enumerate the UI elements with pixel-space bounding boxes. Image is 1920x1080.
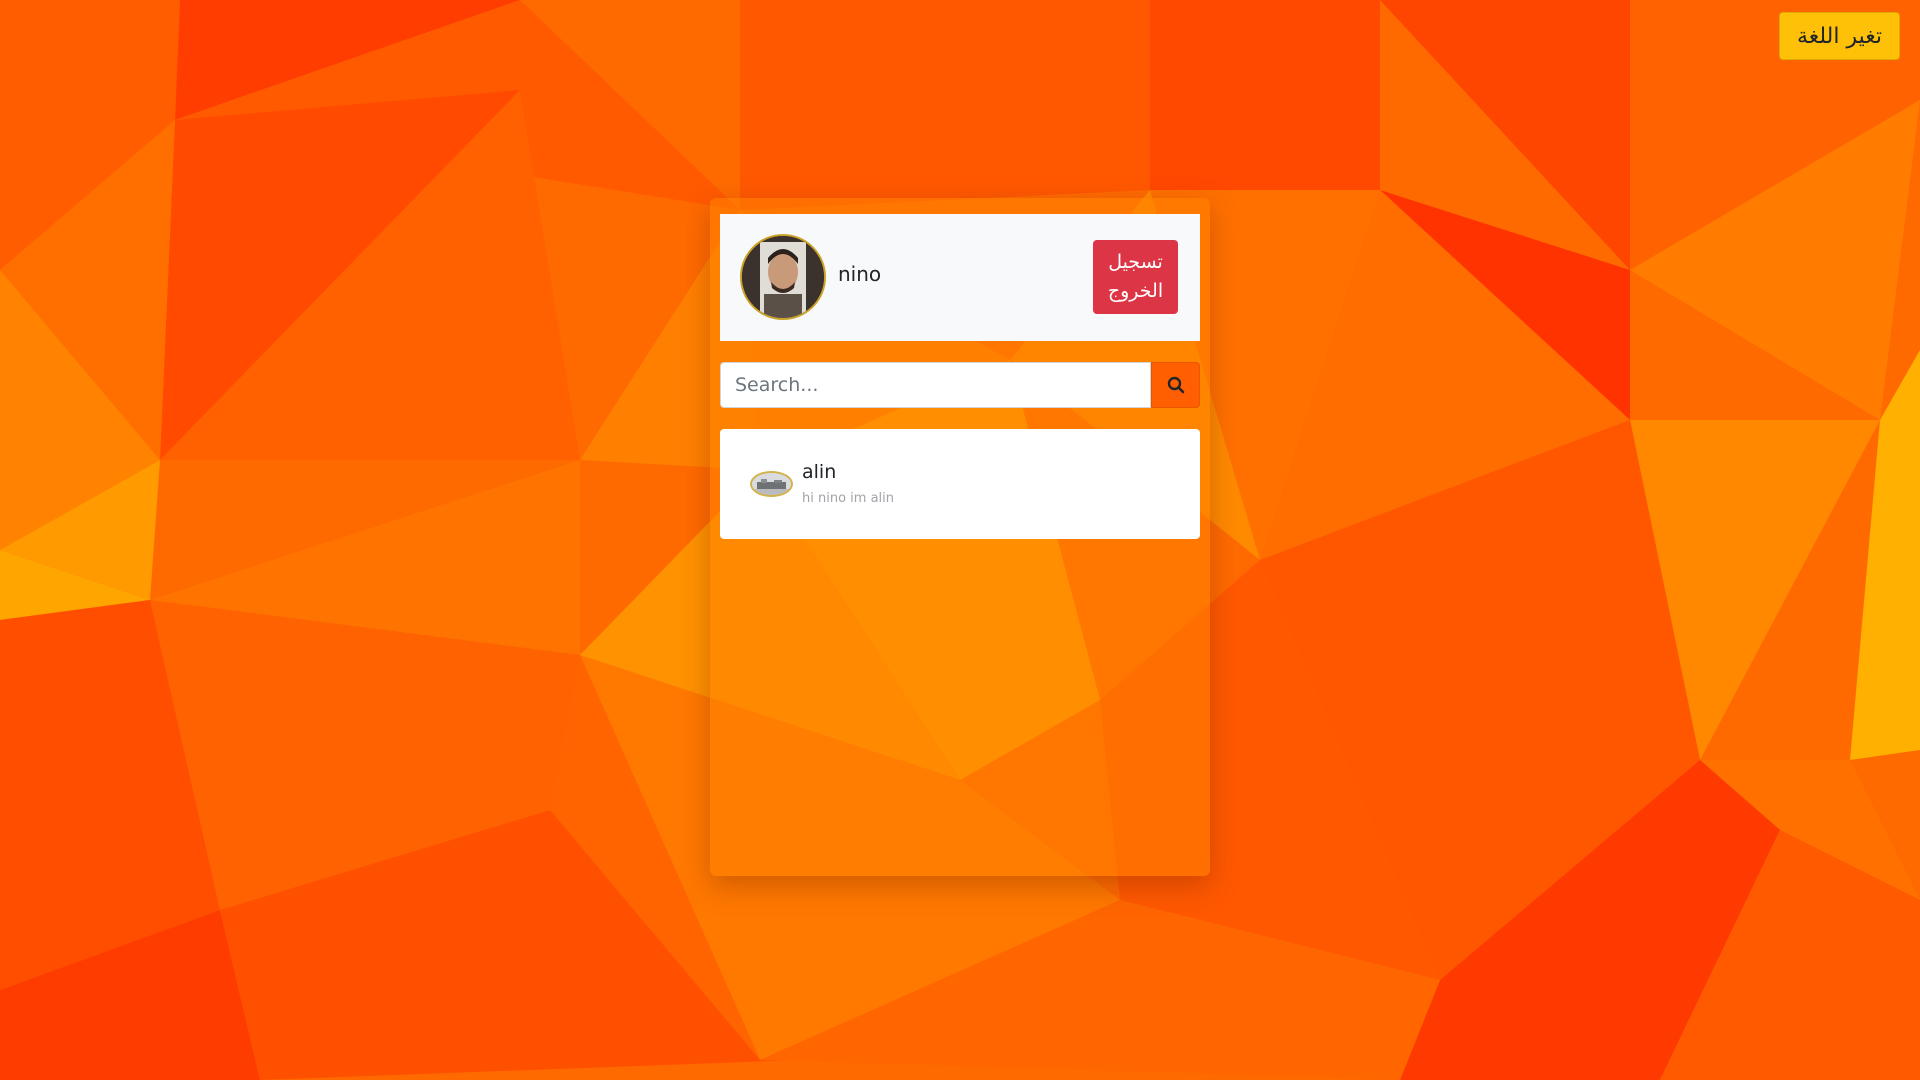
user-header: nino تسجيل الخروج	[720, 214, 1200, 341]
contact-photo	[752, 473, 791, 495]
search-bar	[720, 362, 1200, 408]
search-input[interactable]	[720, 362, 1151, 408]
current-user-name: nino	[838, 262, 882, 286]
avatar	[750, 471, 793, 497]
contact-name: alin	[802, 461, 837, 483]
search-button[interactable]	[1151, 362, 1200, 408]
user-photo	[742, 236, 824, 318]
logout-button[interactable]: تسجيل الخروج	[1093, 240, 1178, 314]
list-item[interactable]: alin hi nino im alin	[720, 429, 1200, 539]
avatar	[740, 234, 826, 320]
search-icon	[1167, 376, 1184, 394]
contact-last-message: hi nino im alin	[802, 491, 894, 506]
change-language-button[interactable]: تغير اللغة	[1779, 12, 1900, 60]
